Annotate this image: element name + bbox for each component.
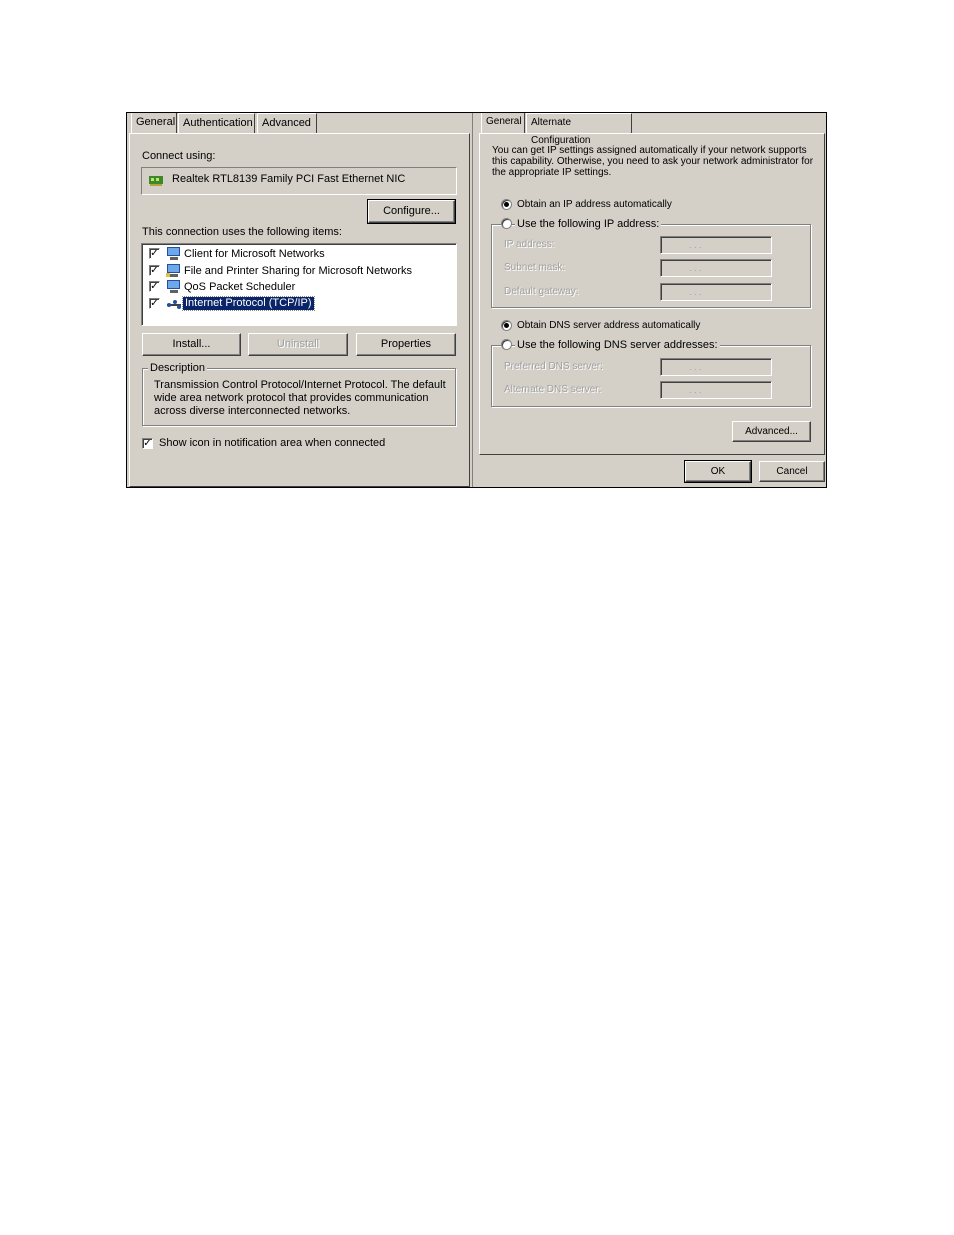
tab-general[interactable]: General bbox=[131, 113, 177, 133]
default-gateway-field[interactable]: . . . bbox=[660, 283, 772, 301]
ip-address-label: IP address: bbox=[504, 239, 555, 250]
tab-general[interactable]: General bbox=[481, 113, 525, 133]
obtain-ip-auto-radio[interactable] bbox=[501, 199, 512, 210]
preferred-dns-dots: . . . bbox=[689, 362, 702, 372]
right-dialog: General Alternate Configuration You can … bbox=[477, 113, 826, 487]
adapter-name: Realtek RTL8139 Family PCI Fast Ethernet… bbox=[172, 173, 406, 185]
tab-alternate-configuration[interactable]: Alternate Configuration bbox=[526, 113, 632, 146]
use-following-ip-label[interactable]: Use the following IP address: bbox=[515, 218, 662, 231]
obtain-dns-auto-label[interactable]: Obtain DNS server address automatically bbox=[517, 320, 700, 332]
item-checkbox-tcpip[interactable]: ✓ bbox=[149, 298, 160, 309]
subnet-mask-label: Subnet mask: bbox=[504, 262, 566, 273]
ip-address-dots: . . . bbox=[689, 240, 702, 250]
qos-scheduler-icon bbox=[166, 280, 180, 293]
ip-address-field[interactable]: . . . bbox=[660, 236, 772, 254]
cancel-button[interactable]: Cancel bbox=[759, 461, 825, 482]
ok-button[interactable]: OK bbox=[684, 460, 752, 483]
install-button[interactable]: Install... bbox=[142, 333, 241, 356]
description-text-line-1: Transmission Control Protocol/Internet P… bbox=[154, 379, 446, 391]
items-label: This connection uses the following items… bbox=[142, 226, 342, 238]
protocol-icon bbox=[166, 298, 181, 310]
item-label-tcpip[interactable]: Internet Protocol (TCP/IP) bbox=[182, 296, 315, 311]
configure-button[interactable]: Configure... bbox=[367, 199, 456, 224]
description-text-line-2: wide area network protocol that provides… bbox=[154, 392, 429, 404]
alternate-dns-label: Alternate DNS server: bbox=[504, 384, 602, 395]
screenshot-frame: General Authentication Advanced Connect … bbox=[126, 112, 827, 488]
left-dialog: General Authentication Advanced Connect … bbox=[127, 113, 475, 487]
item-checkbox-file-printer[interactable]: ✓ bbox=[149, 265, 160, 276]
properties-button[interactable]: Properties bbox=[356, 333, 456, 356]
subnet-mask-field[interactable]: . . . bbox=[660, 259, 772, 277]
show-icon-checkbox[interactable]: ✓ bbox=[142, 438, 153, 449]
tab-authentication[interactable]: Authentication bbox=[178, 113, 255, 133]
subnet-mask-dots: . . . bbox=[689, 263, 702, 273]
show-icon-label[interactable]: Show icon in notification area when conn… bbox=[159, 437, 385, 450]
connect-using-label: Connect using: bbox=[142, 150, 216, 162]
network-client-icon bbox=[166, 247, 180, 260]
description-text-line-3: across diverse interconnected networks. bbox=[154, 405, 351, 417]
preferred-dns-label: Preferred DNS server: bbox=[504, 361, 603, 372]
tab-advanced[interactable]: Advanced bbox=[257, 113, 317, 133]
use-following-ip-radio[interactable] bbox=[501, 218, 512, 229]
item-label-file-printer[interactable]: File and Printer Sharing for Microsoft N… bbox=[184, 265, 412, 278]
network-card-icon bbox=[149, 173, 163, 186]
preferred-dns-field[interactable]: . . . bbox=[660, 358, 772, 376]
alternate-dns-dots: . . . bbox=[689, 385, 702, 395]
alternate-dns-field[interactable]: . . . bbox=[660, 381, 772, 399]
obtain-ip-auto-label[interactable]: Obtain an IP address automatically bbox=[517, 199, 672, 211]
default-gateway-label: Default gateway: bbox=[504, 286, 579, 297]
description-legend: Description bbox=[148, 362, 208, 375]
advanced-button[interactable]: Advanced... bbox=[732, 421, 811, 442]
default-gateway-dots: . . . bbox=[689, 287, 702, 297]
item-label-client[interactable]: Client for Microsoft Networks bbox=[184, 248, 325, 261]
intro-text-line-3: the appropriate IP settings. bbox=[492, 167, 612, 178]
item-checkbox-client[interactable]: ✓ bbox=[149, 248, 160, 259]
obtain-dns-auto-radio[interactable] bbox=[501, 320, 512, 331]
dialog-divider bbox=[472, 113, 478, 487]
item-checkbox-qos[interactable]: ✓ bbox=[149, 281, 160, 292]
item-label-qos[interactable]: QoS Packet Scheduler bbox=[184, 281, 295, 294]
file-printer-sharing-icon bbox=[166, 264, 180, 277]
uninstall-button[interactable]: Uninstall bbox=[248, 333, 348, 356]
use-following-dns-label[interactable]: Use the following DNS server addresses: bbox=[515, 339, 720, 352]
use-following-dns-radio[interactable] bbox=[501, 339, 512, 350]
